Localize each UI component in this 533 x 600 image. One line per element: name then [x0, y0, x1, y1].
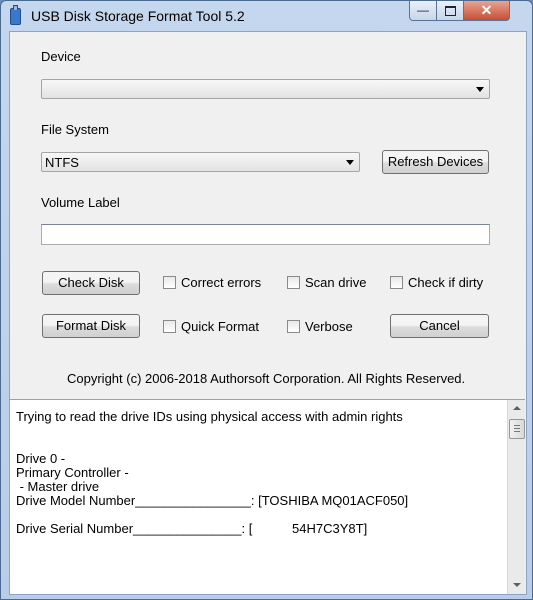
- close-icon: ✕: [480, 2, 493, 18]
- window-title: USB Disk Storage Format Tool 5.2: [31, 8, 245, 24]
- maximize-icon: [444, 6, 456, 16]
- chevron-down-icon: [346, 160, 354, 165]
- scroll-down-icon[interactable]: [508, 577, 525, 594]
- log-line: Drive Model Number________________: [TOS…: [16, 493, 409, 508]
- log-line: Drive Serial Number_______________: [ 54…: [16, 521, 368, 536]
- quick-format-checkbox[interactable]: Quick Format: [163, 319, 268, 335]
- log-lines: Trying to read the drive IDs using physi…: [16, 410, 496, 536]
- file-system-dropdown[interactable]: NTFS: [41, 152, 360, 172]
- scan-drive-label: Scan drive: [305, 275, 367, 290]
- verbose-label: Verbose: [305, 319, 353, 334]
- volume-label-input[interactable]: [41, 224, 490, 245]
- minimize-icon: —: [417, 3, 429, 17]
- chevron-down-icon: [476, 87, 484, 92]
- scroll-up-icon[interactable]: [508, 400, 525, 417]
- refresh-devices-button[interactable]: Refresh Devices: [382, 150, 489, 174]
- usb-drive-icon: [10, 5, 21, 25]
- checkbox-box[interactable]: [287, 276, 300, 289]
- correct-errors-checkbox[interactable]: Correct errors: [163, 275, 273, 291]
- checkbox-box[interactable]: [163, 276, 176, 289]
- checkbox-box[interactable]: [287, 320, 300, 333]
- checkbox-box[interactable]: [390, 276, 403, 289]
- file-system-label: File System: [41, 122, 109, 137]
- title-bar[interactable]: USB Disk Storage Format Tool 5.2 — ✕: [1, 1, 532, 31]
- file-system-selected-value: NTFS: [45, 155, 79, 170]
- check-if-dirty-checkbox[interactable]: Check if dirty: [390, 275, 490, 291]
- copyright-text: Copyright (c) 2006-2018 Authorsoft Corpo…: [67, 371, 466, 386]
- log-output[interactable]: Trying to read the drive IDs using physi…: [10, 399, 525, 594]
- correct-errors-label: Correct errors: [181, 275, 262, 290]
- device-label: Device: [41, 49, 81, 64]
- close-button[interactable]: ✕: [464, 1, 510, 21]
- log-line: Primary Controller -: [16, 465, 129, 480]
- main-panel: Device File System NTFS Refresh Devices …: [9, 31, 527, 595]
- check-disk-button[interactable]: Check Disk: [42, 271, 140, 295]
- check-if-dirty-label: Check if dirty: [408, 275, 484, 290]
- maximize-button[interactable]: [437, 1, 464, 21]
- log-line: Drive 0 -: [16, 451, 66, 466]
- log-line: Trying to read the drive IDs using physi…: [16, 409, 403, 424]
- app-window: USB Disk Storage Format Tool 5.2 — ✕ Dev…: [0, 0, 533, 600]
- verbose-checkbox[interactable]: Verbose: [287, 319, 362, 335]
- volume-label-label: Volume Label: [41, 195, 120, 210]
- checkbox-box[interactable]: [163, 320, 176, 333]
- cancel-button[interactable]: Cancel: [390, 314, 489, 338]
- log-scrollbar[interactable]: [507, 400, 525, 594]
- minimize-button[interactable]: —: [409, 1, 437, 21]
- device-dropdown[interactable]: [41, 79, 490, 99]
- scroll-thumb[interactable]: [509, 419, 525, 439]
- quick-format-label: Quick Format: [181, 319, 260, 334]
- format-disk-button[interactable]: Format Disk: [42, 314, 140, 338]
- scan-drive-checkbox[interactable]: Scan drive: [287, 275, 377, 291]
- log-line: - Master drive: [16, 479, 100, 494]
